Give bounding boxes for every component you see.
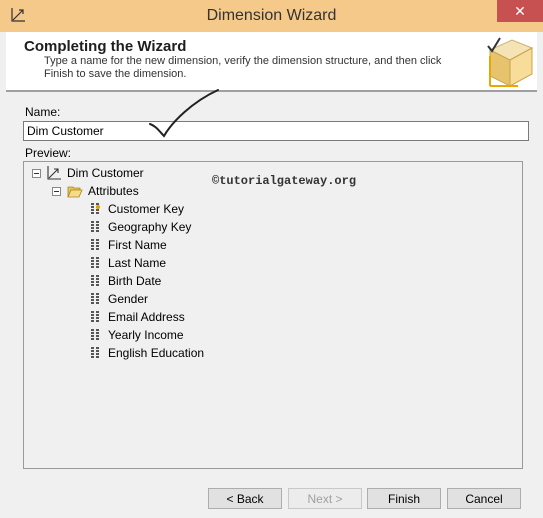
preview-tree[interactable]: Dim Customer Attributes Customer Key Geog…	[23, 161, 523, 469]
collapse-icon[interactable]	[52, 186, 61, 196]
dimension-icon	[47, 166, 61, 180]
attribute-item[interactable]: Yearly Income	[90, 326, 184, 344]
attribute-icon	[91, 329, 99, 340]
watermark: ©tutorialgateway.org	[212, 174, 357, 188]
attribute-label: Yearly Income	[108, 328, 184, 342]
folder-open-icon	[67, 186, 83, 197]
attribute-label: Gender	[108, 292, 149, 306]
page-description: Type a name for the new dimension, verif…	[44, 55, 442, 80]
attribute-label: Email Address	[108, 310, 185, 324]
next-button[interactable]: Next >	[288, 488, 362, 509]
name-label: Name:	[25, 105, 61, 119]
attribute-item[interactable]: Last Name	[90, 254, 166, 272]
attribute-label: Last Name	[108, 256, 167, 270]
folder-label: Attributes	[88, 184, 139, 198]
tree-node-dimension[interactable]: Dim Customer	[32, 164, 144, 182]
attribute-icon	[91, 275, 99, 286]
wizard-cube-icon	[487, 37, 534, 87]
attribute-label: First Name	[108, 238, 167, 252]
cancel-button[interactable]: Cancel	[447, 488, 521, 509]
dimension-name-input[interactable]	[23, 121, 529, 141]
key-attribute-icon	[91, 203, 100, 214]
attribute-icon	[91, 257, 99, 268]
collapse-icon[interactable]	[32, 168, 41, 178]
attribute-icon	[91, 293, 99, 304]
window-title: Dimension Wizard	[206, 7, 337, 24]
attribute-icon	[91, 221, 99, 232]
attribute-item[interactable]: First Name	[90, 236, 167, 254]
attribute-item[interactable]: Gender	[90, 290, 148, 308]
attribute-item[interactable]: Birth Date	[90, 272, 161, 290]
attribute-label: English Education	[108, 346, 205, 360]
finish-button[interactable]: Finish	[367, 488, 441, 509]
attribute-icon	[91, 311, 99, 322]
header-divider	[6, 90, 537, 92]
dimension-name: Dim Customer	[67, 166, 144, 180]
wizard-header: Completing the Wizard Type a name for th…	[6, 32, 537, 90]
attribute-item[interactable]: Geography Key	[90, 218, 191, 236]
attribute-label: Birth Date	[108, 274, 162, 288]
tree-node-attributes[interactable]: Attributes	[52, 182, 139, 200]
attribute-item[interactable]: Email Address	[90, 308, 185, 326]
attribute-item[interactable]: Customer Key	[90, 200, 184, 218]
close-button[interactable]: ✕	[497, 0, 543, 22]
attribute-item[interactable]: English Education	[90, 344, 204, 362]
page-title: Completing the Wizard	[24, 38, 187, 55]
attribute-label: Customer Key	[108, 202, 185, 216]
attribute-icon	[91, 347, 99, 358]
attribute-icon	[91, 239, 99, 250]
back-button[interactable]: < Back	[208, 488, 282, 509]
preview-label: Preview:	[25, 146, 72, 160]
attribute-label: Geography Key	[108, 220, 192, 234]
